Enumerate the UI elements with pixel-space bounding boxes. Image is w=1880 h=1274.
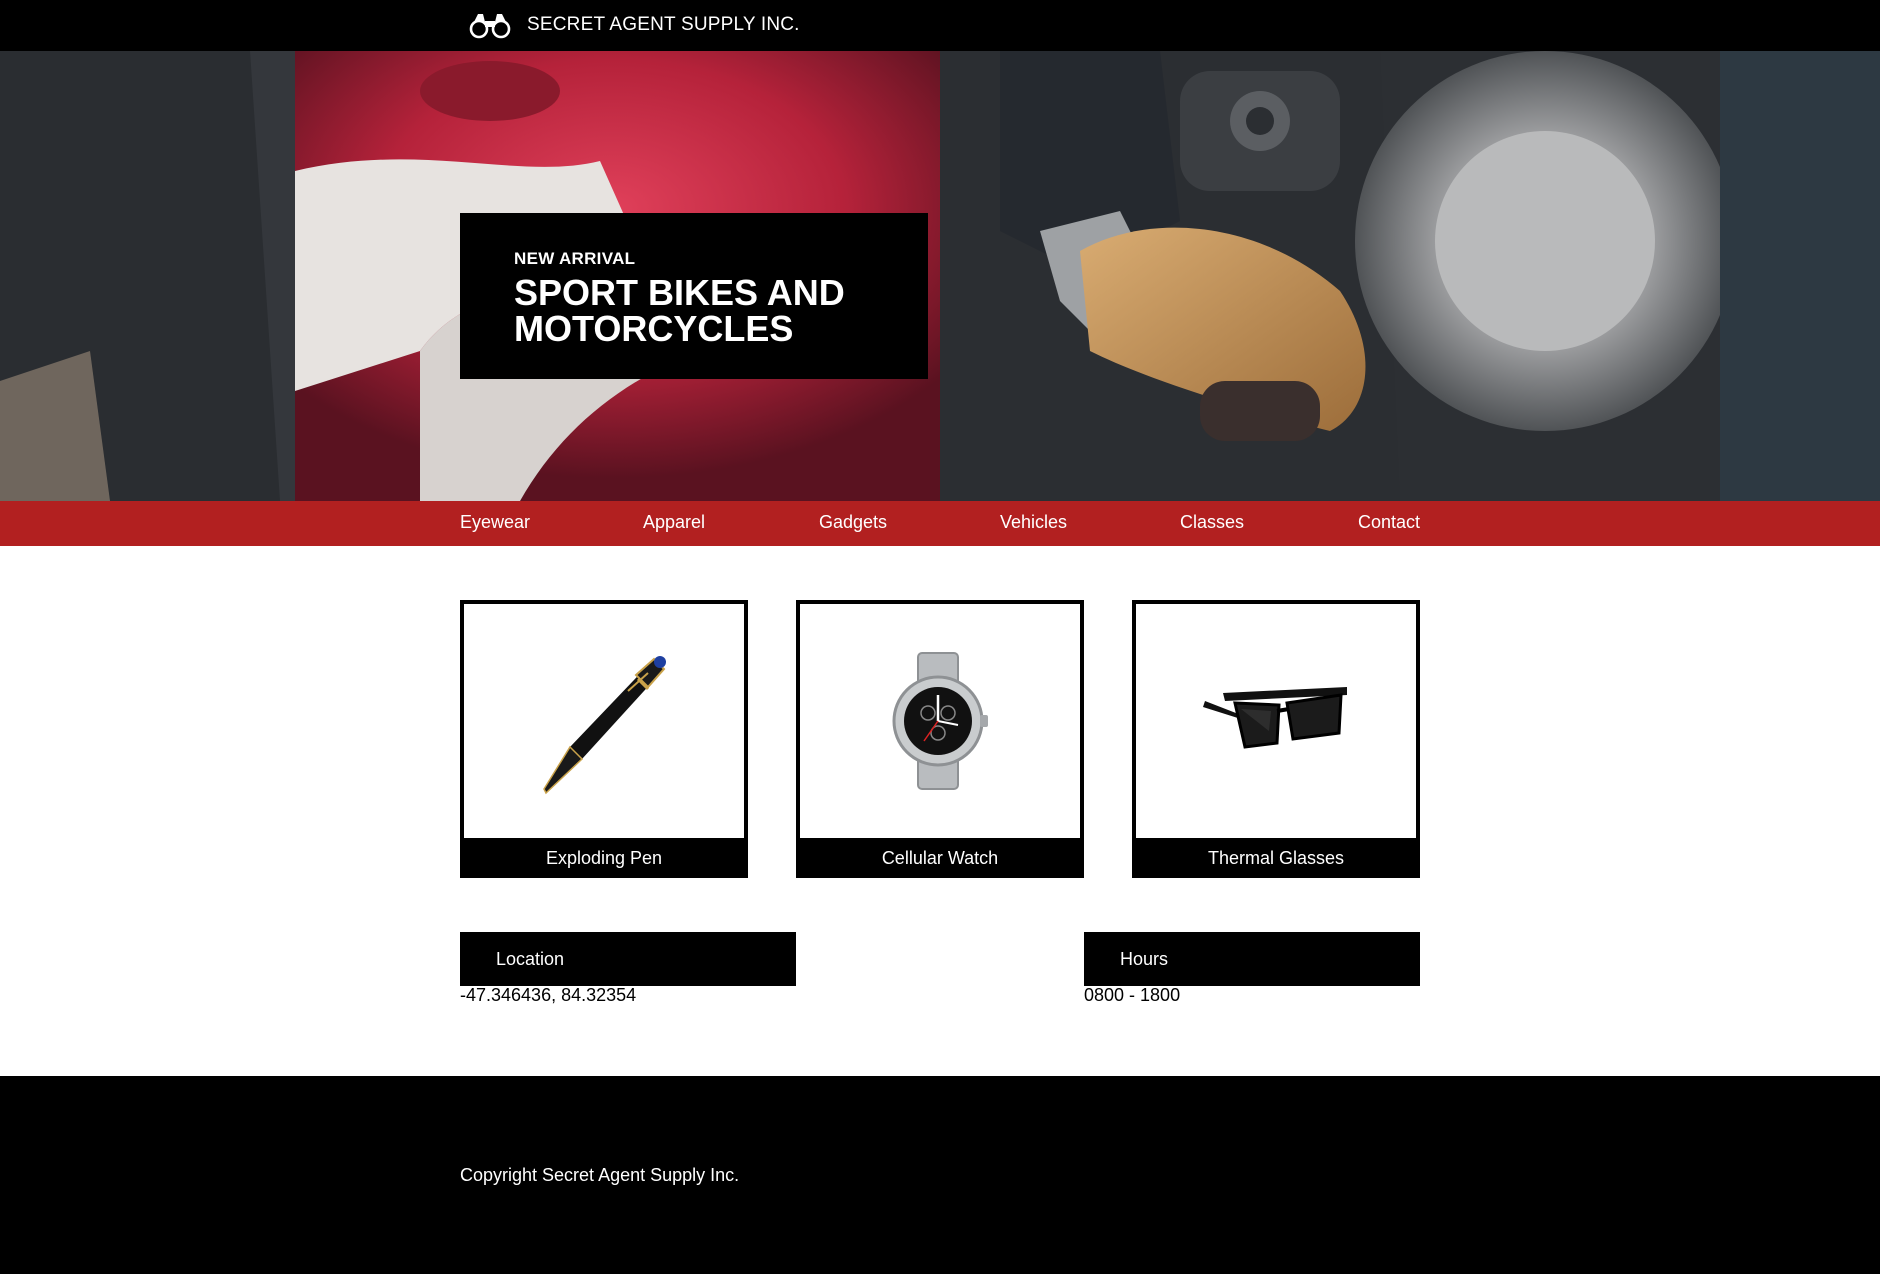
product-label: Cellular Watch bbox=[796, 838, 1084, 878]
product-card-thermal-glasses[interactable]: Thermal Glasses bbox=[1132, 600, 1420, 878]
brand-name: SECRET AGENT SUPPLY INC. bbox=[527, 14, 800, 35]
sunglasses-icon bbox=[1203, 687, 1347, 749]
product-card-exploding-pen[interactable]: Exploding Pen bbox=[460, 600, 748, 878]
copyright-text: Copyright Secret Agent Supply Inc. bbox=[460, 1165, 740, 1185]
nav-item-apparel[interactable]: Apparel bbox=[643, 512, 705, 533]
product-label: Thermal Glasses bbox=[1132, 838, 1420, 878]
nav-item-vehicles[interactable]: Vehicles bbox=[1000, 512, 1067, 533]
hero-title: SPORT BIKES AND MOTORCYCLES bbox=[514, 272, 845, 349]
binoculars-icon bbox=[469, 14, 511, 39]
pen-icon bbox=[542, 656, 666, 797]
brand[interactable]: SECRET AGENT SUPPLY INC. bbox=[468, 10, 800, 40]
nav-item-classes[interactable]: Classes bbox=[1180, 512, 1244, 533]
main-nav: Eyewear Apparel Gadgets Vehicles Classes… bbox=[0, 501, 1880, 546]
product-card-cellular-watch[interactable]: Cellular Watch bbox=[796, 600, 1084, 878]
location-heading: Location bbox=[460, 932, 796, 986]
hero-banner: NEW ARRIVAL SPORT BIKES AND MOTORCYCLES bbox=[0, 51, 1880, 501]
nav-item-eyewear[interactable]: Eyewear bbox=[460, 512, 530, 533]
product-image bbox=[464, 604, 744, 838]
hero-card[interactable]: NEW ARRIVAL SPORT BIKES AND MOTORCYCLES bbox=[460, 213, 928, 379]
nav-item-contact[interactable]: Contact bbox=[1358, 512, 1420, 533]
hero-photo bbox=[0, 51, 1880, 501]
hero-kicker: NEW ARRIVAL bbox=[514, 249, 636, 268]
location-value: -47.346436, 84.32354 bbox=[460, 985, 637, 1005]
hours-heading: Hours bbox=[1084, 932, 1420, 986]
nav-item-gadgets[interactable]: Gadgets bbox=[819, 512, 887, 533]
hours-value: 0800 - 1800 bbox=[1084, 985, 1181, 1005]
product-image bbox=[800, 604, 1080, 838]
footer: Copyright Secret Agent Supply Inc. bbox=[0, 1076, 1880, 1274]
watch-icon bbox=[892, 652, 988, 790]
product-label: Exploding Pen bbox=[460, 838, 748, 878]
top-bar: SECRET AGENT SUPPLY INC. bbox=[0, 0, 1880, 51]
product-image bbox=[1136, 604, 1416, 838]
